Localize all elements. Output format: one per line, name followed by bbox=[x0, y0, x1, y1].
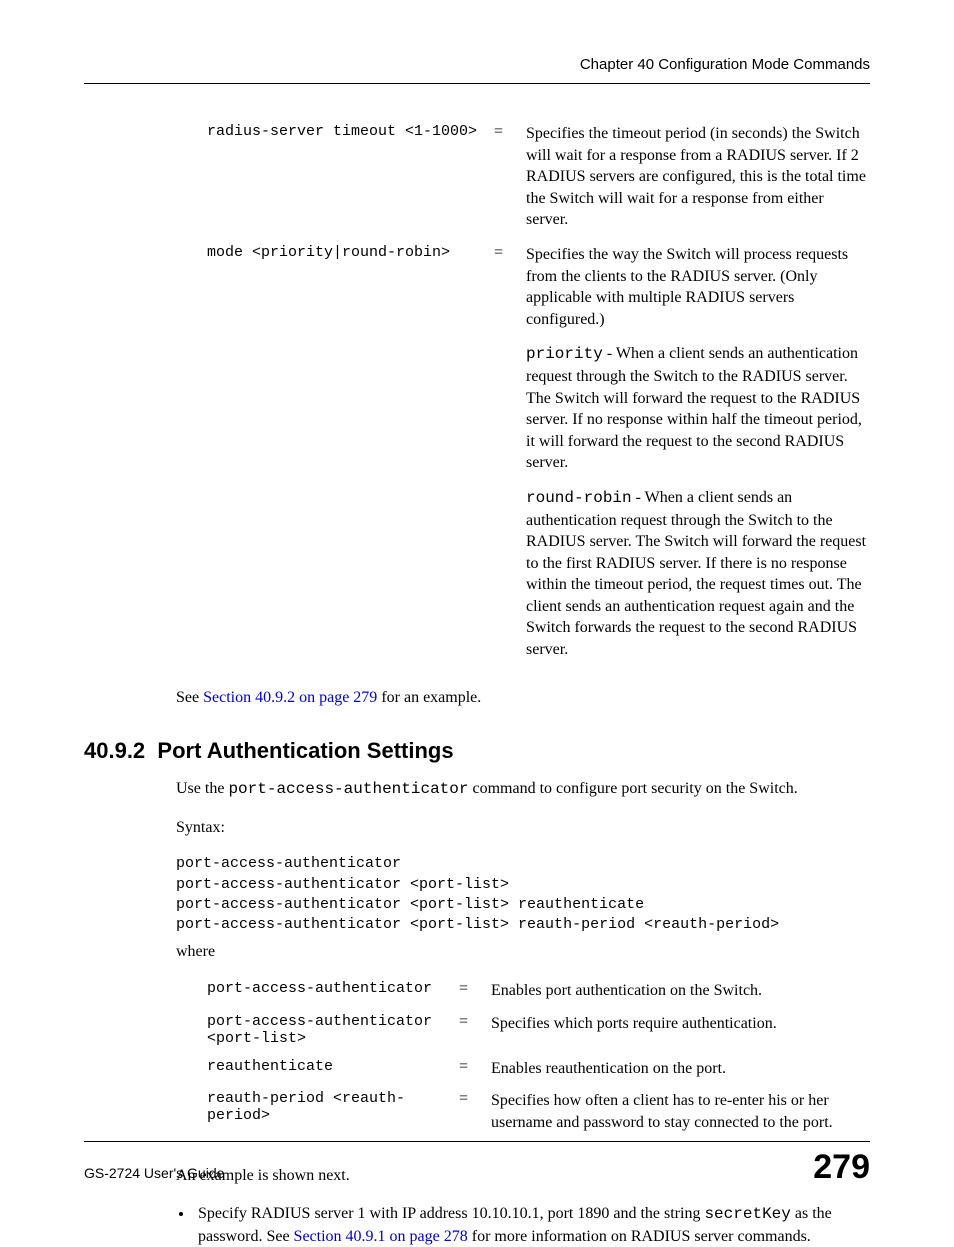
desc-cell: Specifies the timeout period (in seconds… bbox=[525, 122, 870, 243]
see-post: for an example. bbox=[377, 689, 481, 706]
table-row: round-robin - When a client sends an aut… bbox=[206, 486, 870, 673]
cmd-cell: reauth-period <reauth-period> bbox=[206, 1089, 458, 1143]
section-heading: 40.9.2 Port Authentication Settings bbox=[84, 738, 870, 764]
table-row: port-access-authenticator <port-list> = … bbox=[206, 1012, 870, 1057]
definition-table-1: radius-server timeout <1-1000> = Specifi… bbox=[206, 122, 870, 673]
bullet-link[interactable]: Section 40.9.1 on page 278 bbox=[294, 1228, 468, 1245]
page-footer: GS-2724 User's Guide 279 bbox=[84, 1141, 870, 1187]
desc-cell: priority - When a client sends an authen… bbox=[525, 342, 870, 486]
table-row: mode <priority|round-robin> = Specifies … bbox=[206, 243, 870, 342]
cmd-cell: mode <priority|round-robin> bbox=[206, 243, 493, 342]
desc-cell: round-robin - When a client sends an aut… bbox=[525, 486, 870, 673]
cmd-cell: radius-server timeout <1-1000> bbox=[206, 122, 493, 243]
footer-rule bbox=[84, 1141, 870, 1142]
see-pre: See bbox=[176, 689, 203, 706]
eq-cell: = bbox=[458, 1057, 490, 1090]
intro-mono: port-access-authenticator bbox=[228, 780, 468, 798]
definition-table-2: port-access-authenticator = Enables port… bbox=[206, 979, 870, 1143]
table-row: radius-server timeout <1-1000> = Specifi… bbox=[206, 122, 870, 243]
desc-cell: Specifies how often a client has to re-e… bbox=[490, 1089, 870, 1143]
see-link[interactable]: Section 40.9.2 on page 279 bbox=[203, 689, 377, 706]
table-row: reauth-period <reauth-period> = Specifie… bbox=[206, 1089, 870, 1143]
intro-post: command to configure port security on th… bbox=[468, 780, 797, 797]
see-paragraph: See Section 40.9.2 on page 279 for an ex… bbox=[176, 687, 870, 709]
eq-cell: = bbox=[493, 243, 525, 342]
bullet-post: for more information on RADIUS server co… bbox=[468, 1228, 811, 1245]
desc-text: - When a client sends an authentication … bbox=[526, 345, 862, 471]
mono-prefix: priority bbox=[526, 345, 603, 363]
eq-cell: = bbox=[458, 1089, 490, 1143]
section-number: 40.9.2 bbox=[84, 738, 145, 763]
footer-guide: GS-2724 User's Guide bbox=[84, 1165, 224, 1181]
table-row: reauthenticate = Enables reauthenticatio… bbox=[206, 1057, 870, 1090]
bullet-mono: secretKey bbox=[704, 1205, 790, 1223]
cmd-cell: port-access-authenticator <port-list> bbox=[206, 1012, 458, 1057]
bullet-pre: Specify RADIUS server 1 with IP address … bbox=[198, 1205, 704, 1222]
list-item: Specify RADIUS server 1 with IP address … bbox=[194, 1203, 870, 1247]
syntax-block: port-access-authenticator port-access-au… bbox=[176, 854, 870, 935]
cmd-cell bbox=[206, 486, 493, 673]
eq-cell: = bbox=[493, 122, 525, 243]
desc-cell: Enables port authentication on the Switc… bbox=[490, 979, 870, 1012]
page-header: Chapter 40 Configuration Mode Commands bbox=[84, 56, 870, 84]
intro-pre: Use the bbox=[176, 780, 228, 797]
intro-paragraph: Use the port-access-authenticator comman… bbox=[176, 778, 870, 801]
table-row: priority - When a client sends an authen… bbox=[206, 342, 870, 486]
desc-cell: Enables reauthentication on the port. bbox=[490, 1057, 870, 1090]
eq-cell bbox=[493, 342, 525, 486]
eq-cell bbox=[493, 486, 525, 673]
bullet-list: Specify RADIUS server 1 with IP address … bbox=[194, 1203, 870, 1247]
mono-prefix: round-robin bbox=[526, 489, 632, 507]
where-label: where bbox=[176, 941, 870, 963]
desc-cell: Specifies which ports require authentica… bbox=[490, 1012, 870, 1057]
desc-text: - When a client sends an authentication … bbox=[526, 489, 866, 658]
cmd-cell: reauthenticate bbox=[206, 1057, 458, 1090]
cmd-cell: port-access-authenticator bbox=[206, 979, 458, 1012]
syntax-label: Syntax: bbox=[176, 817, 870, 839]
desc-cell: Specifies the way the Switch will proces… bbox=[525, 243, 870, 342]
page-number: 279 bbox=[813, 1148, 870, 1187]
cmd-cell bbox=[206, 342, 493, 486]
eq-cell: = bbox=[458, 1012, 490, 1057]
eq-cell: = bbox=[458, 979, 490, 1012]
section-title: Port Authentication Settings bbox=[157, 738, 453, 763]
table-row: port-access-authenticator = Enables port… bbox=[206, 979, 870, 1012]
